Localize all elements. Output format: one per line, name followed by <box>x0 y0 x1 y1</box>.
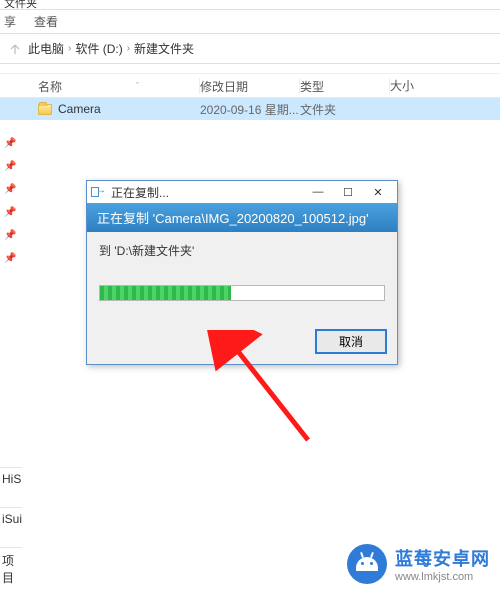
progress-fill <box>100 286 231 300</box>
window-title-fragment: 文件夹 <box>0 0 500 10</box>
file-date: 2020-09-16 星期... <box>200 101 300 118</box>
dialog-destination: 到 'D:\新建文件夹' <box>99 242 385 259</box>
breadcrumb-root[interactable]: 此电脑 <box>28 40 64 57</box>
col-header-type[interactable]: 类型 <box>300 78 390 94</box>
sidebar-bottom: HiS iSui 项目 <box>0 467 22 590</box>
watermark-title: 蓝莓安卓网 <box>395 545 490 571</box>
minimize-button[interactable]: — <box>303 182 333 202</box>
dialog-copying-text: 正在复制 'Camera\IMG_20200820_100512.jpg' <box>87 203 397 232</box>
breadcrumb-folder[interactable]: 新建文件夹 <box>134 40 194 57</box>
pin-icon: 📌 <box>4 253 16 264</box>
maximize-button[interactable]: ☐ <box>333 182 363 202</box>
col-header-name[interactable]: 名称 ˇ <box>0 78 200 94</box>
nav-up-icon[interactable] <box>6 40 24 58</box>
file-type: 文件夹 <box>300 101 390 118</box>
pin-icon: 📌 <box>4 138 16 149</box>
table-row[interactable]: Camera 2020-09-16 星期... 文件夹 <box>0 98 500 120</box>
progress-bar <box>99 285 385 301</box>
close-button[interactable]: ✕ <box>363 182 393 202</box>
copy-dialog: 正在复制... — ☐ ✕ 正在复制 'Camera\IMG_20200820_… <box>86 180 398 365</box>
copy-icon <box>91 185 105 199</box>
toolbar-spacer <box>0 64 500 74</box>
quick-access-pins: 📌 📌 📌 📌 📌 📌 <box>4 138 16 264</box>
col-header-size[interactable]: 大小 <box>390 77 500 94</box>
column-headers: 名称 ˇ 修改日期 类型 大小 <box>0 74 500 98</box>
file-name: Camera <box>58 102 101 116</box>
ribbon-tab-view[interactable]: 查看 <box>34 13 58 30</box>
chevron-right-icon: › <box>68 43 71 54</box>
dialog-title: 正在复制... <box>111 184 303 201</box>
breadcrumb: 此电脑 › 软件 (D:) › 新建文件夹 <box>28 40 194 57</box>
col-header-date[interactable]: 修改日期 <box>200 78 300 94</box>
watermark-url: www.lmkjst.com <box>395 571 490 583</box>
pin-icon: 📌 <box>4 184 16 195</box>
address-bar: 此电脑 › 软件 (D:) › 新建文件夹 <box>0 34 500 64</box>
status-bar-text: 项目 <box>0 547 22 590</box>
breadcrumb-drive[interactable]: 软件 (D:) <box>75 40 122 57</box>
ribbon-tab-share[interactable]: 享 <box>4 13 16 30</box>
sort-indicator-icon: ˇ <box>136 81 139 91</box>
chevron-right-icon: › <box>127 43 130 54</box>
pin-icon: 📌 <box>4 230 16 241</box>
sidebar-item[interactable]: HiS <box>0 467 22 507</box>
folder-icon <box>38 104 52 115</box>
cancel-button[interactable]: 取消 <box>315 329 387 354</box>
sidebar-item[interactable]: iSui <box>0 507 22 547</box>
pin-icon: 📌 <box>4 161 16 172</box>
watermark: 蓝莓安卓网 www.lmkjst.com <box>347 544 490 584</box>
pin-icon: 📌 <box>4 207 16 218</box>
watermark-logo-icon <box>347 544 387 584</box>
dialog-titlebar[interactable]: 正在复制... — ☐ ✕ <box>87 181 397 203</box>
ribbon-tabs: 享 查看 <box>0 10 500 34</box>
